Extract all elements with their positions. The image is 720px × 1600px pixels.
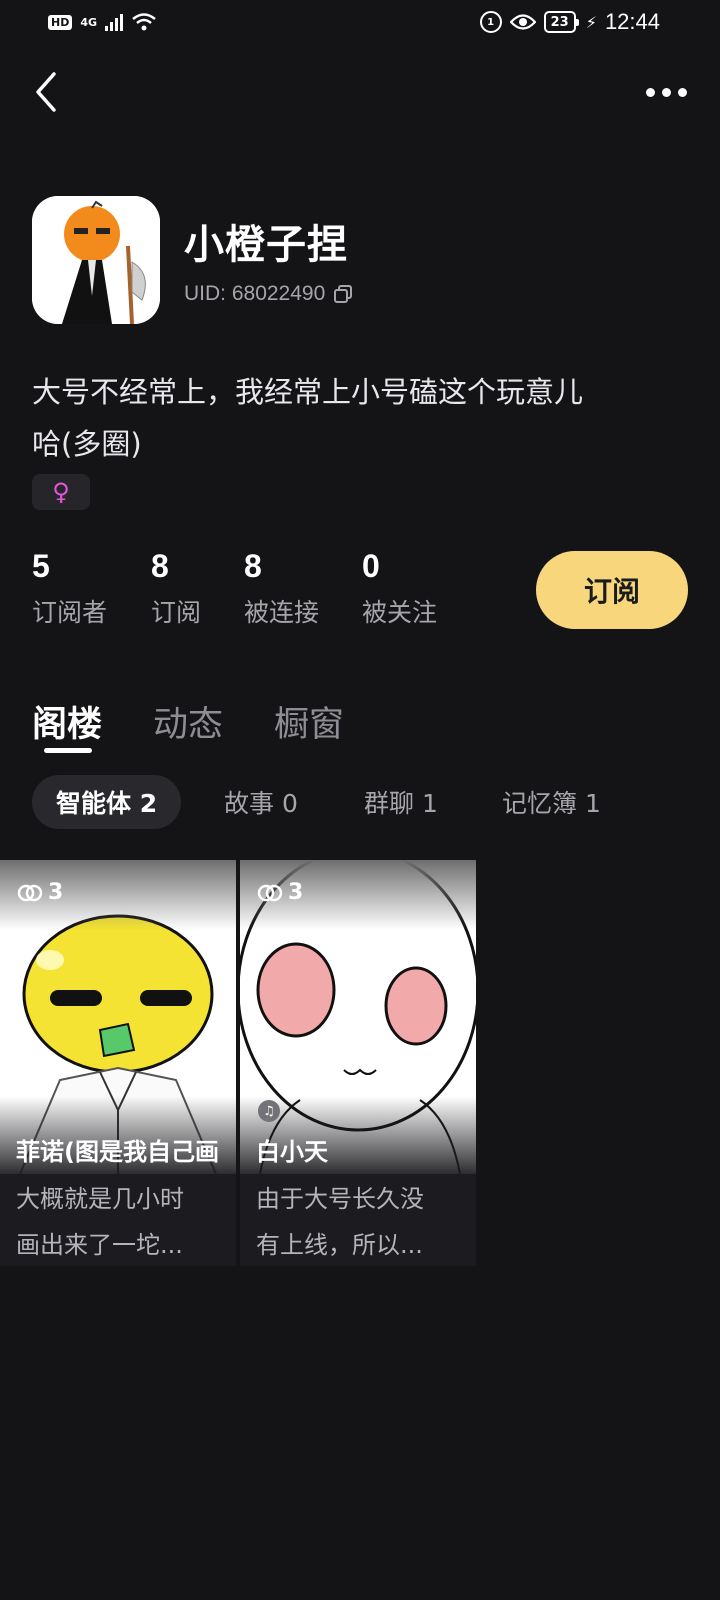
avatar-image	[32, 196, 160, 324]
tab-moments[interactable]: 动态	[153, 696, 223, 747]
stat-label: 订阅	[151, 598, 202, 627]
agent-card-description: 由于大号长久没 有上线，所以...	[256, 1176, 456, 1266]
eye-icon	[509, 14, 536, 30]
bio-line: 大号不经常上，我经常上小号磕这个玩意儿	[32, 375, 584, 409]
agent-card[interactable]: ♫ 白小天 由于大号长久没 有上线，所以...	[240, 860, 476, 1266]
sync-icon: 1	[479, 11, 502, 33]
more-dot-icon	[645, 87, 655, 97]
link-icon	[257, 884, 283, 901]
subscribe-button[interactable]: 订阅	[536, 551, 688, 629]
description-line: 由于大号长久没	[256, 1185, 424, 1213]
stat-connected[interactable]: 8 被连接	[244, 548, 319, 629]
status-bar: HD 4G 1 23 ⚡ 12:44	[0, 0, 720, 50]
music-note-icon: ♫	[258, 1100, 280, 1122]
more-dot-icon	[661, 87, 671, 97]
stat-value: 0	[362, 548, 380, 584]
stat-value: 5	[32, 548, 50, 584]
copy-icon[interactable]	[333, 284, 353, 304]
stat-subscriptions[interactable]: 8 订阅	[151, 548, 201, 629]
stat-followed[interactable]: 0 被关注	[362, 548, 437, 629]
card-link-count: 3	[256, 880, 303, 905]
agent-card-description: 大概就是几小时 画出来了一坨...	[16, 1176, 216, 1266]
stat-value: 8	[244, 548, 262, 584]
hd-badge: HD	[48, 14, 73, 30]
card-count-value: 3	[288, 880, 304, 905]
clock: 12:44	[604, 9, 660, 34]
gender-female-icon: ♀	[32, 474, 90, 510]
description-line: 有上线，所以...	[256, 1231, 423, 1259]
link-icon	[17, 884, 43, 901]
chevron-left-icon	[36, 72, 56, 112]
description-line: 画出来了一坨...	[16, 1231, 183, 1259]
agent-card-title: 菲诺(图是我自己画	[16, 1138, 219, 1166]
tab-showcase[interactable]: 橱窗	[274, 696, 344, 747]
uid-text: UID: 68022490	[184, 282, 326, 305]
username: 小橙子捏	[184, 222, 348, 268]
card-link-count: 3	[16, 880, 63, 905]
bio: 大号不经常上，我经常上小号磕这个玩意儿 哈(多圈)	[32, 366, 672, 470]
battery-icon: 23	[543, 11, 579, 33]
card-count-value: 3	[48, 880, 64, 905]
chip-agents[interactable]: 智能体 2	[32, 775, 182, 829]
agent-card-title: 白小天	[256, 1138, 328, 1166]
stat-label: 被关注	[362, 598, 438, 627]
tab-attic[interactable]: 阁楼	[32, 696, 102, 747]
more-dot-icon	[677, 87, 687, 97]
stat-value: 8	[151, 548, 169, 584]
stat-label: 订阅者	[32, 598, 108, 627]
agent-card[interactable]: 菲诺(图是我自己画 大概就是几小时 画出来了一坨...	[0, 860, 236, 1266]
uid-row: UID: 68022490	[184, 282, 353, 306]
wifi-icon	[132, 13, 156, 31]
avatar[interactable]	[32, 196, 160, 324]
active-tab-indicator	[44, 748, 92, 753]
description-line: 大概就是几小时	[16, 1185, 184, 1213]
chip-stories[interactable]: 故事 0	[200, 775, 322, 829]
chip-group-chats[interactable]: 群聊 1	[340, 775, 462, 829]
signal-bars-icon	[105, 13, 124, 31]
charging-icon: ⚡	[585, 12, 597, 32]
stat-subscribers[interactable]: 5 订阅者	[32, 548, 107, 629]
more-options-button[interactable]	[644, 78, 688, 106]
signal-type: 4G	[80, 15, 98, 29]
stat-label: 被连接	[244, 598, 320, 627]
bio-line: 哈(多圈)	[32, 427, 142, 461]
status-left: HD 4G	[48, 12, 157, 32]
chip-memory-books[interactable]: 记忆簿 1	[478, 775, 625, 829]
back-button[interactable]	[30, 70, 66, 114]
status-right: 1 23 ⚡ 12:44	[479, 9, 660, 35]
